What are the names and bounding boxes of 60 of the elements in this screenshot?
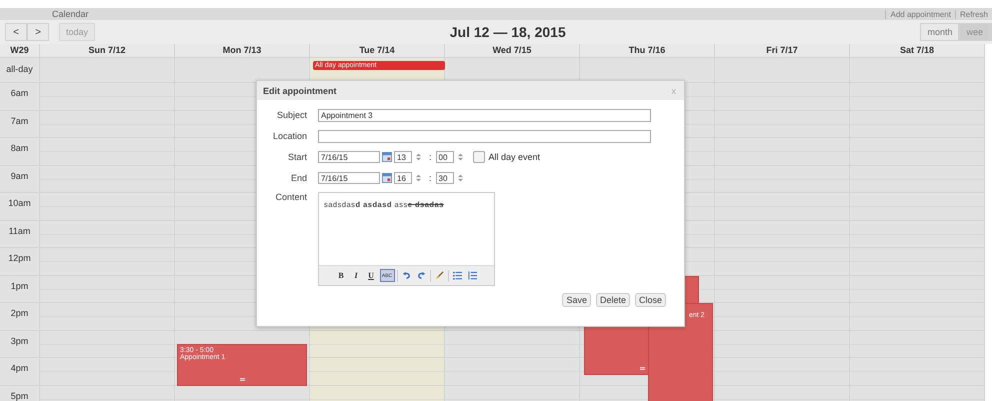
hour-label: 1pm — [10, 280, 28, 290]
week-number: W29 — [0, 44, 40, 58]
numbered-list-button[interactable] — [466, 269, 478, 282]
day-header: Wed 7/15 — [445, 44, 580, 58]
nav-button[interactable]: > — [27, 23, 49, 41]
hour-label: 12pm — [8, 253, 31, 263]
app-title: Calendar — [52, 9, 89, 19]
hour-field[interactable]: 16 — [394, 172, 412, 184]
field-label: Content — [274, 192, 307, 202]
resize-handle-icon[interactable] — [640, 366, 644, 370]
date-range-title: Jul 12 — 18, 2015 — [448, 24, 567, 40]
day-header: Fri 7/17 — [715, 44, 850, 58]
dialog-title: Edit appointment — [263, 86, 336, 96]
minute-field[interactable]: 00 — [436, 151, 454, 163]
day-header: Thu 7/16 — [580, 44, 715, 58]
hour-label: 6am — [10, 88, 28, 98]
hour-field[interactable]: 13 — [394, 151, 412, 163]
nav-button[interactable]: < — [5, 23, 27, 41]
day-header: Sat 7/18 — [850, 44, 985, 58]
view-button[interactable]: month — [920, 23, 960, 41]
day-header: Sun 7/12 — [40, 44, 175, 58]
spinner-icon[interactable] — [456, 173, 464, 183]
field-label: Start — [286, 152, 307, 162]
minute-field[interactable]: 30 — [436, 172, 454, 184]
field-label: Location — [272, 131, 307, 141]
date-field[interactable]: 7/16/15 — [318, 151, 380, 163]
day-header: Mon 7/13 — [175, 44, 310, 58]
hour-label: 2pm — [10, 308, 28, 318]
subject-field[interactable]: Appointment 3 — [318, 108, 651, 122]
hour-label: 10am — [8, 198, 31, 208]
date-field[interactable]: 7/16/15 — [318, 172, 380, 184]
hour-label: 11am — [8, 226, 30, 236]
resize-handle-icon[interactable] — [240, 378, 245, 380]
all-day-label: all-day — [0, 58, 40, 83]
time-separator: : — [429, 173, 432, 183]
dialog-button[interactable]: Close — [634, 293, 666, 307]
underline-button[interactable]: U — [364, 269, 378, 282]
location-field[interactable] — [318, 130, 651, 142]
hour-label: 5pm — [10, 390, 28, 400]
field-label: Subject — [276, 110, 307, 120]
time-separator: : — [429, 152, 432, 162]
checkbox-label: All day event — [488, 152, 540, 162]
dialog-button[interactable]: Delete — [596, 293, 630, 307]
hour-label: 7am — [10, 116, 28, 126]
day-header: Tue 7/14 — [310, 44, 445, 58]
bold-button[interactable]: B — [334, 269, 348, 282]
calendar-icon[interactable] — [382, 152, 392, 162]
bullet-list-button[interactable] — [450, 269, 464, 282]
field-label: End — [290, 173, 307, 183]
calendar-icon[interactable] — [382, 173, 392, 183]
spinner-icon[interactable] — [456, 152, 464, 162]
spinner-icon[interactable] — [415, 152, 422, 162]
spinner-icon[interactable] — [415, 173, 422, 183]
italic-button[interactable]: I — [350, 269, 362, 282]
hour-label: 4pm — [10, 363, 28, 373]
hour-label: 8am — [10, 143, 28, 153]
hour-label: 9am — [10, 170, 28, 180]
dialog-button[interactable]: Save — [562, 293, 591, 307]
hour-label: 3pm — [10, 336, 28, 346]
all-day-checkbox[interactable] — [472, 151, 485, 163]
